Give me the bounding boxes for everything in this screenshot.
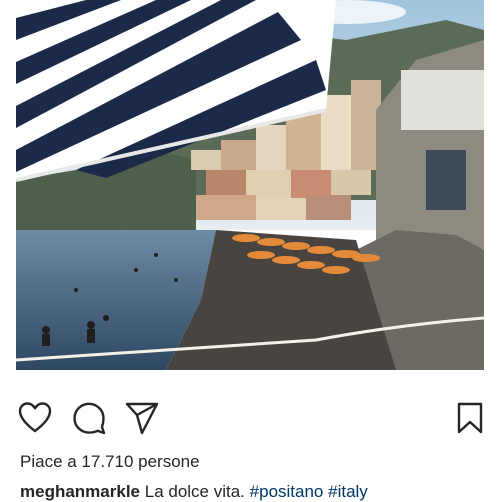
hashtag-positano[interactable]: #positano (250, 482, 324, 501)
save-button[interactable] (454, 400, 486, 436)
post-photo[interactable] (16, 0, 484, 370)
caption-username[interactable]: meghanmarkle (20, 482, 140, 501)
comment-icon (73, 402, 106, 435)
post-caption: meghanmarkle La dolce vita. #positano #i… (20, 482, 368, 502)
post-actions-bar (0, 400, 500, 440)
bookmark-icon (457, 402, 483, 434)
comment-button[interactable] (71, 400, 107, 436)
like-button[interactable] (17, 400, 53, 436)
likes-count[interactable]: Piace a 17.710 persone (20, 452, 200, 472)
share-button[interactable] (124, 400, 160, 436)
heart-icon (18, 402, 52, 433)
hashtag-italy[interactable]: #italy (328, 482, 368, 501)
positano-beach-image (16, 0, 484, 370)
paper-plane-icon (125, 402, 159, 435)
caption-text: La dolce vita. (144, 482, 245, 501)
